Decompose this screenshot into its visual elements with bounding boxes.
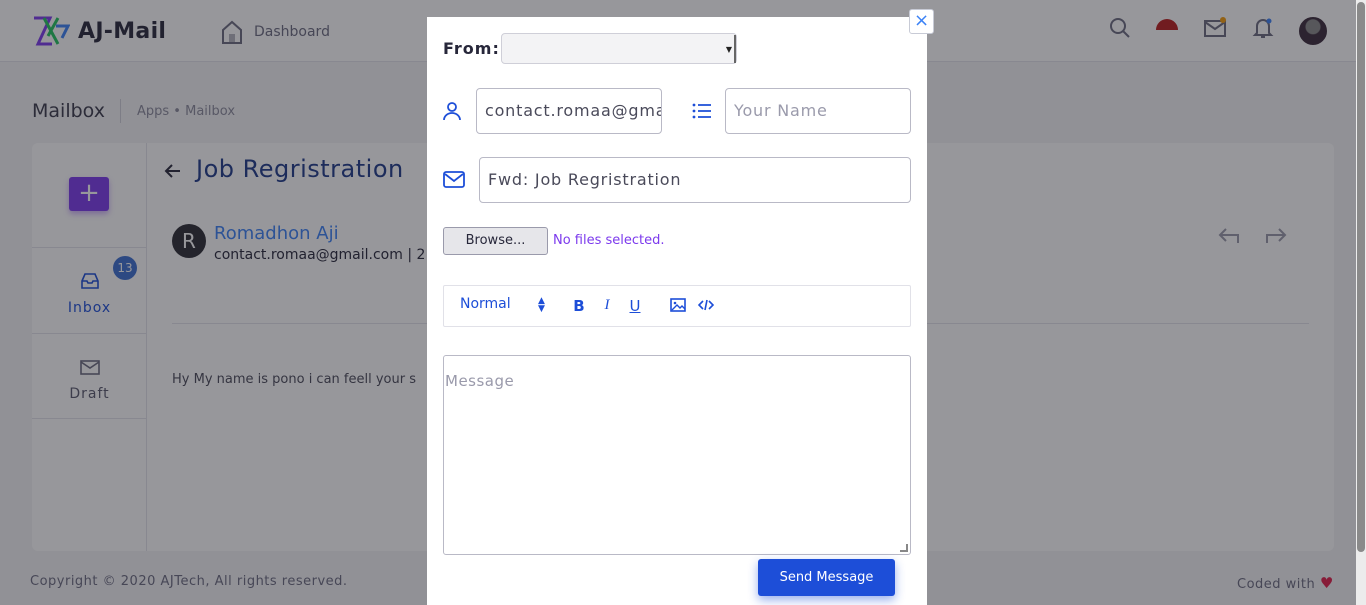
message-placeholder: Message bbox=[445, 372, 515, 390]
user-icon bbox=[443, 102, 461, 121]
bold-button[interactable]: B bbox=[570, 297, 588, 315]
format-select[interactable]: Normal bbox=[460, 296, 511, 312]
from-select[interactable]: ▼ bbox=[501, 33, 737, 64]
insert-image-button[interactable] bbox=[669, 297, 687, 317]
editor-toolbar: Normal ▲ ▼ B I U bbox=[443, 285, 911, 327]
close-modal-button[interactable]: × bbox=[909, 9, 934, 34]
scrollbar-thumb[interactable] bbox=[1357, 2, 1365, 552]
subject-field[interactable]: Fwd: Job Regristration bbox=[479, 157, 911, 203]
select-edge bbox=[734, 35, 736, 63]
italic-button[interactable]: I bbox=[598, 297, 616, 314]
from-label: From: bbox=[443, 39, 500, 58]
image-icon bbox=[670, 298, 686, 312]
chevron-down-icon: ▼ bbox=[725, 45, 732, 54]
message-textarea[interactable]: Message bbox=[443, 355, 911, 555]
to-email-field[interactable]: contact.romaa@gma bbox=[476, 88, 662, 134]
send-message-button[interactable]: Send Message bbox=[758, 559, 895, 596]
underline-button[interactable]: U bbox=[626, 297, 644, 315]
select-arrows-icon: ▲ ▼ bbox=[538, 296, 545, 314]
code-icon bbox=[697, 299, 715, 311]
your-name-field[interactable]: Your Name bbox=[725, 88, 911, 134]
page-scrollbar[interactable] bbox=[1356, 0, 1366, 605]
code-block-button[interactable] bbox=[697, 297, 715, 317]
mail-icon bbox=[443, 171, 465, 188]
resize-handle[interactable] bbox=[900, 544, 908, 552]
forward-mail-modal: × From: ▼ contact.romaa@gma Your Name Fw… bbox=[427, 9, 934, 605]
browse-files-button[interactable]: Browse... bbox=[443, 227, 548, 255]
list-icon bbox=[692, 103, 711, 119]
file-status-text: No files selected. bbox=[553, 233, 665, 248]
